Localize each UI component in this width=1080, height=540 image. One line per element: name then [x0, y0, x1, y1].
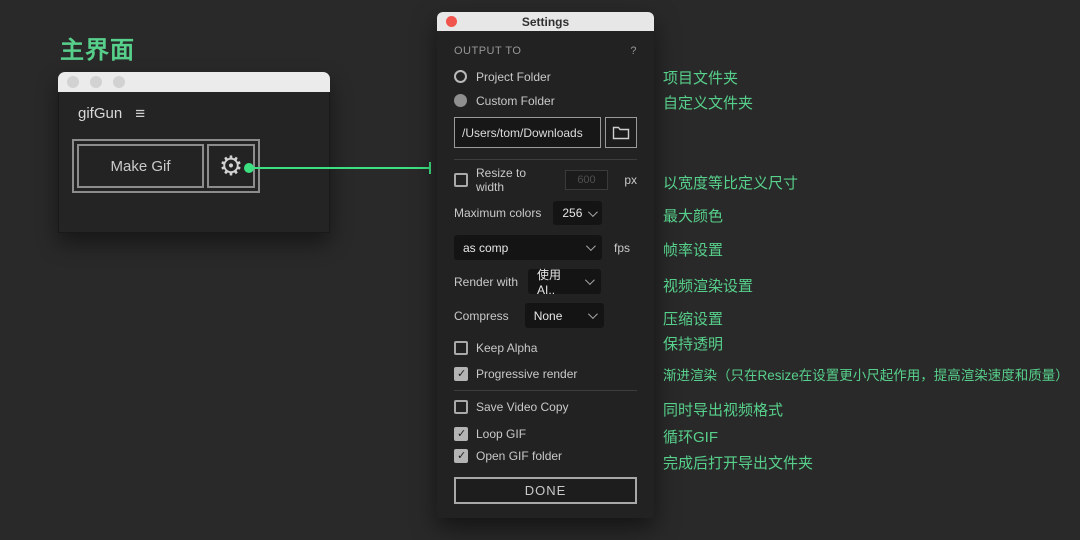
page-title: 主界面 [60, 37, 135, 64]
annotation-custom-folder: 自定义文件夹 [663, 95, 754, 112]
progressive-render-checkbox[interactable]: Progressive render [454, 366, 637, 381]
resize-row: Resize to width 600 px [454, 166, 637, 194]
compress-row: Compress None [454, 303, 637, 328]
settings-window-title: Settings [521, 14, 570, 29]
chevron-down-icon [585, 241, 596, 252]
make-gif-button[interactable]: Make Gif [77, 144, 204, 188]
frame-rate-value: as comp [463, 240, 509, 255]
fps-unit-label: fps [614, 240, 631, 255]
radio-icon [454, 94, 467, 107]
close-icon[interactable] [446, 16, 457, 27]
checkbox-icon [454, 426, 468, 441]
annotation-project-folder: 项目文件夹 [663, 70, 739, 87]
keep-alpha-label: Keep Alpha [476, 340, 538, 355]
frame-rate-select[interactable]: as comp [454, 235, 602, 260]
checkbox-icon [454, 366, 468, 381]
annotation-compress: 压缩设置 [663, 311, 724, 328]
chevron-down-icon [588, 206, 599, 217]
annotation-progressive: 渐进渲染（只在Resize在设置更小尺起作用，提高渲染速度和质量） [663, 368, 1069, 383]
render-with-label: Render with [454, 274, 519, 289]
annotation-resize-width: 以宽度等比定义尺寸 [663, 175, 799, 192]
done-button[interactable]: DONE [454, 477, 637, 504]
annotation-frame-rate: 帧率设置 [663, 242, 724, 259]
loop-gif-label: Loop GIF [476, 426, 527, 441]
annotation-open-folder: 完成后打开导出文件夹 [663, 455, 814, 472]
window-button-icon[interactable] [113, 76, 125, 88]
render-with-row: Render with 使用 AI.. [454, 268, 637, 297]
checkbox-icon [454, 399, 468, 414]
compress-label: Compress [454, 308, 509, 323]
gear-icon: ⚙ [218, 150, 244, 181]
project-folder-label: Project Folder [476, 69, 551, 84]
custom-folder-radio[interactable]: Custom Folder [454, 93, 637, 108]
progressive-render-label: Progressive render [476, 366, 578, 381]
output-path-input[interactable]: /Users/tom/Downloads [454, 117, 601, 148]
connector-endcap [429, 162, 431, 174]
open-gif-folder-label: Open GIF folder [476, 448, 563, 463]
custom-folder-label: Custom Folder [476, 93, 555, 108]
loop-gif-checkbox[interactable]: Loop GIF [454, 426, 637, 441]
settings-window: Settings OUTPUT TO ? Project Folder Cust… [437, 12, 654, 518]
max-colors-row: Maximum colors 256 [454, 201, 637, 225]
compress-value: None [533, 308, 563, 323]
gifgun-body: gifGun ≡ Make Gif ⚙ [58, 92, 330, 233]
save-video-copy-checkbox[interactable]: Save Video Copy [454, 399, 637, 414]
gifgun-window: gifGun ≡ Make Gif ⚙ [58, 72, 330, 233]
annotation-render-with: 视频渲染设置 [663, 278, 754, 295]
resize-width-input[interactable]: 600 [564, 169, 609, 190]
keep-alpha-checkbox[interactable]: Keep Alpha [454, 340, 637, 355]
annotation-save-video: 同时导出视频格式 [663, 402, 784, 419]
divider [454, 390, 637, 391]
render-with-value: 使用 AI.. [537, 268, 562, 297]
folder-icon [612, 125, 630, 140]
help-icon[interactable]: ? [630, 45, 637, 57]
max-colors-select[interactable]: 256 [553, 201, 603, 225]
max-colors-label: Maximum colors [454, 206, 542, 220]
radio-icon [454, 70, 467, 83]
gifgun-controls: Make Gif ⚙ [72, 139, 260, 193]
annotation-max-colors: 最大颜色 [663, 208, 724, 225]
px-unit-label: px [624, 172, 637, 187]
frame-rate-row: as comp fps [454, 235, 637, 260]
gifgun-title: gifGun [78, 105, 123, 122]
settings-titlebar: Settings [437, 12, 654, 31]
browse-folder-button[interactable] [605, 117, 637, 148]
chevron-down-icon [584, 275, 595, 286]
divider [454, 159, 637, 160]
annotation-keep-alpha: 保持透明 [663, 336, 724, 353]
project-folder-radio[interactable]: Project Folder [454, 69, 637, 84]
annotation-loop-gif: 循环GIF [663, 429, 718, 446]
output-to-label: OUTPUT TO [454, 44, 522, 57]
window-button-icon[interactable] [90, 76, 102, 88]
hamburger-icon[interactable]: ≡ [135, 105, 145, 122]
render-with-select[interactable]: 使用 AI.. [528, 268, 602, 297]
checkbox-icon [454, 448, 468, 463]
save-video-copy-label: Save Video Copy [476, 399, 569, 414]
compress-select[interactable]: None [524, 303, 604, 328]
open-gif-folder-checkbox[interactable]: Open GIF folder [454, 448, 637, 463]
max-colors-value: 256 [562, 206, 583, 220]
chevron-down-icon [587, 309, 598, 320]
checkbox-icon [454, 340, 468, 355]
gifgun-titlebar [58, 72, 330, 92]
connector-line [252, 167, 430, 169]
checkbox-icon[interactable] [454, 172, 468, 187]
resize-to-width-label: Resize to width [476, 165, 527, 194]
window-button-icon[interactable] [67, 76, 79, 88]
